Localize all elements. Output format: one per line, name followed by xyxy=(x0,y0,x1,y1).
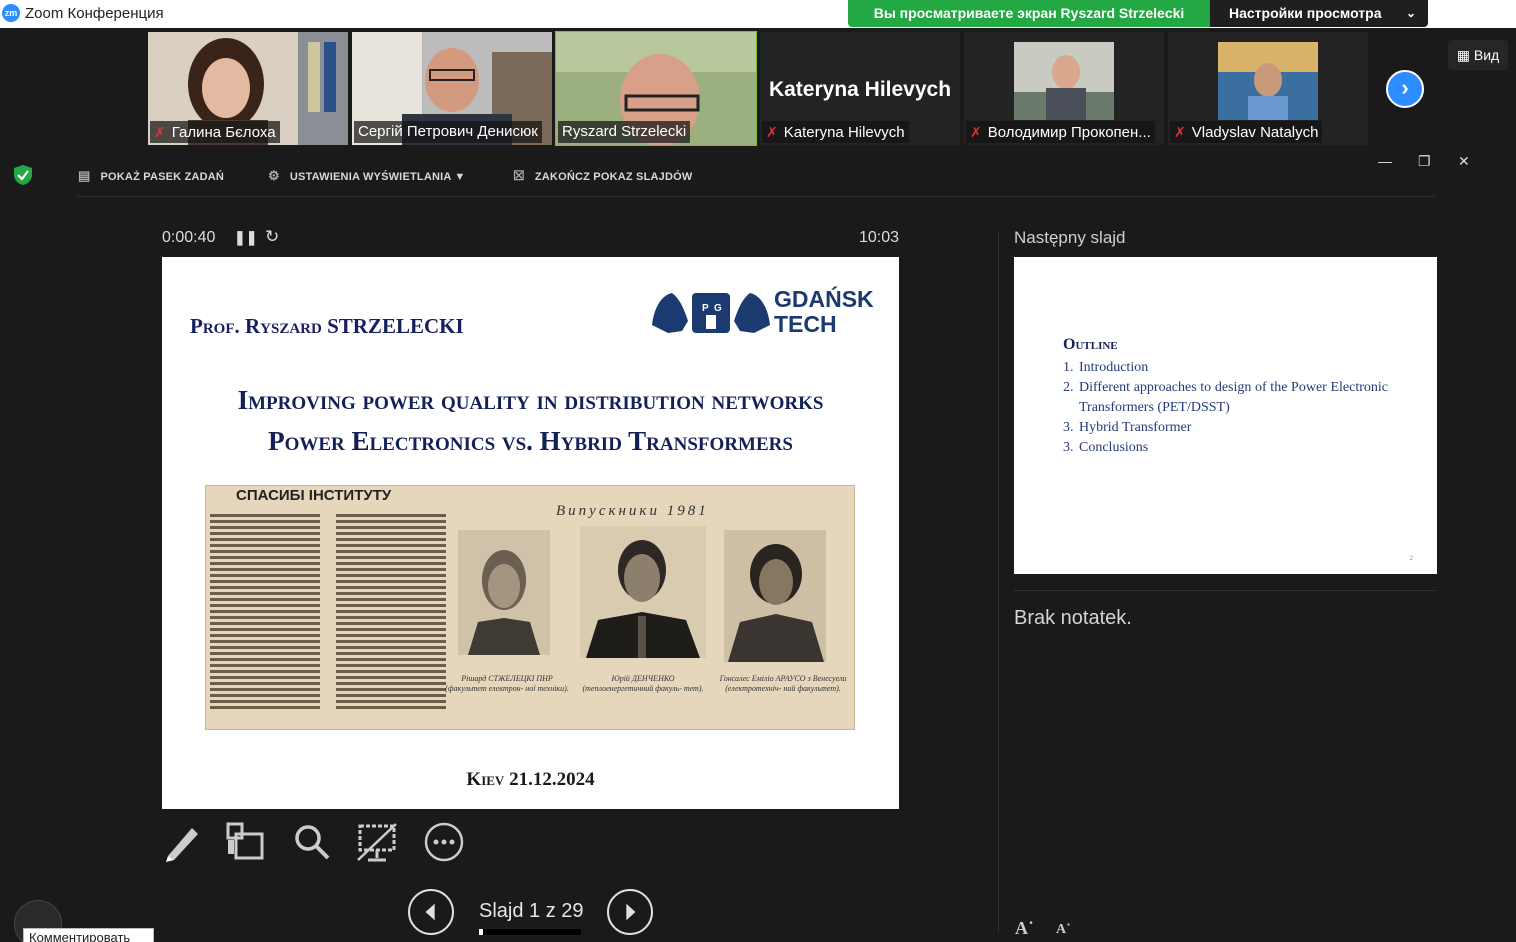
participant-tile[interactable]: ✗ Володимир Прокопен... xyxy=(964,32,1164,145)
panel-divider xyxy=(998,232,999,932)
slide-progress-fill xyxy=(479,929,483,935)
portrait-caption-3: Гонсалес Еміліо АРАУСО з Венесуели (елек… xyxy=(719,674,847,693)
speaker-notes: Brak notatek. xyxy=(1014,607,1132,629)
portrait-caption-1: Рішард СТЖЕЛЕЦКІ ПНР (факультет електрон… xyxy=(445,674,569,693)
slide-progress-track xyxy=(479,929,581,935)
clipping-graduates-title: Випускники 1981 xyxy=(556,503,709,519)
end-show-icon: ☒ xyxy=(513,168,525,183)
slide-title-line1: Improving power quality in distribution … xyxy=(237,385,824,415)
zoom-app-icon: zm xyxy=(2,4,20,22)
slide-author: Prof. Ryszard STRZELECKI xyxy=(190,314,464,338)
zoom-magnifier-icon[interactable] xyxy=(292,820,332,864)
view-options-button[interactable]: Настройки просмотра ⌄ xyxy=(1210,0,1428,27)
close-icon[interactable]: ✕ xyxy=(1458,153,1470,170)
participant-name: Ryszard Strzelecki xyxy=(558,121,691,143)
mic-muted-icon: ✗ xyxy=(1174,124,1186,140)
mic-muted-icon: ✗ xyxy=(154,124,166,140)
restore-icon[interactable]: ❐ xyxy=(1418,153,1431,170)
svg-text:G: G xyxy=(714,303,722,314)
chevron-down-icon: ⌄ xyxy=(1405,6,1416,20)
view-button-label: Вид xyxy=(1473,47,1500,63)
logo-text: GDAŃSK TECH xyxy=(774,286,874,337)
outline-title: Outline xyxy=(1063,336,1118,353)
current-slide: Prof. Ryszard STRZELECKI P G GDAŃSK TECH … xyxy=(162,257,899,809)
security-shield-icon[interactable] xyxy=(13,164,33,186)
view-button[interactable]: ▦ Вид xyxy=(1448,40,1508,70)
pause-icon[interactable]: ❚❚ xyxy=(234,229,257,246)
black-screen-icon[interactable] xyxy=(356,820,398,864)
slide-page-number: 2 xyxy=(1409,556,1413,562)
outline-item: 2. Different approaches to design of the … xyxy=(1063,380,1388,415)
participant-name: Сергій Петрович Денисюк xyxy=(354,121,542,143)
outline-item: 3. Conclusions xyxy=(1063,440,1149,455)
window-title: Zoom Конференция xyxy=(25,5,164,22)
more-options-icon[interactable] xyxy=(423,820,465,864)
graduate-portrait-2 xyxy=(580,526,706,658)
svg-text:P: P xyxy=(702,303,709,314)
outline-list: 1. Introduction 2. Different approaches to… xyxy=(1063,358,1388,458)
minimize-icon[interactable]: — xyxy=(1378,153,1392,169)
slide-title-line2: Power Electronics vs. Hybrid Transformer… xyxy=(268,426,793,456)
end-slideshow-button[interactable]: ☒ ZAKOŃCZ POKAZ SLAJDÓW xyxy=(513,168,692,184)
graduate-portrait-3 xyxy=(724,530,826,662)
taskbar-icon: ▤ xyxy=(78,168,91,183)
gdansk-tech-logo: P G xyxy=(652,293,770,333)
participant-name: ✗ Володимир Прокопен... xyxy=(966,121,1155,143)
mic-muted-icon: ✗ xyxy=(766,124,778,140)
decrease-font-icon[interactable]: A˙ xyxy=(1056,922,1071,938)
previous-slide-button[interactable] xyxy=(408,889,454,935)
next-slide-label: Następny slajd xyxy=(1014,228,1126,247)
comment-button[interactable]: Комментировать xyxy=(23,928,154,942)
participant-tile[interactable]: ✗ Vladyslav Natalych xyxy=(1168,32,1368,145)
portrait-caption-2: Юрій ДЕНЧЕНКО (теплоенергетичний факуль-… xyxy=(582,674,704,693)
display-settings-button[interactable]: ⚙ USTAWIENIA WYŚWIETLANIA ▼ xyxy=(268,168,465,184)
participant-name: ✗ Галина Бєлоха xyxy=(150,121,280,143)
participant-avatar xyxy=(1218,42,1318,120)
view-options-label: Настройки просмотра xyxy=(1229,5,1382,21)
notes-divider xyxy=(1014,590,1435,591)
graduate-portrait-1 xyxy=(458,530,550,655)
reset-timer-icon[interactable]: ↻ xyxy=(265,227,279,247)
toolbar-divider xyxy=(77,196,1435,197)
clipping-text-columns xyxy=(210,514,446,709)
show-taskbar-button[interactable]: ▤ POKAŻ PASEK ZADAŃ xyxy=(78,168,224,184)
participant-avatar xyxy=(1014,42,1114,120)
participant-display-name: Kateryna Hilevych xyxy=(768,78,952,101)
participant-tile[interactable]: Сергій Петрович Денисюк xyxy=(352,32,552,145)
settings-icon: ⚙ xyxy=(268,168,280,183)
clock: 10:03 xyxy=(859,229,900,246)
participant-tile-active[interactable]: Ryszard Strzelecki xyxy=(555,31,757,146)
next-page-arrow-button[interactable]: › xyxy=(1386,70,1424,108)
slide-footer-date: Kiev 21.12.2024 xyxy=(466,769,595,790)
see-all-slides-icon[interactable] xyxy=(226,820,266,864)
next-slide-button[interactable] xyxy=(607,889,653,935)
mic-muted-icon: ✗ xyxy=(970,124,982,140)
outline-item: 3. Hybrid Transformer xyxy=(1063,420,1192,435)
participant-strip: ✗ Галина Бєлоха Сергій Петрович Денисюк R… xyxy=(0,28,1516,152)
clipping-headline: СПАСИБІ ІНСТИТУТУ xyxy=(236,487,392,504)
screen-share-banner: Вы просматриваете экран Ryszard Strzelec… xyxy=(848,0,1210,27)
increase-font-icon[interactable]: A˙ xyxy=(1015,918,1034,939)
participant-tile[interactable]: Kateryna Hilevych ✗ Kateryna Hilevych xyxy=(760,32,960,145)
outline-item: 1. Introduction xyxy=(1063,360,1149,375)
grid-icon: ▦ xyxy=(1456,47,1470,63)
slide-counter: Slajd 1 z 29 xyxy=(479,900,584,922)
participant-name: ✗ Vladyslav Natalych xyxy=(1170,121,1323,143)
next-slide-preview[interactable]: Outline 1. Introduction 2. Different appro… xyxy=(1014,257,1437,574)
elapsed-timer: 0:00:40 xyxy=(162,229,216,246)
pen-icon[interactable] xyxy=(162,820,202,864)
title-bar: zm Zoom Конференция Вы просматриваете эк… xyxy=(0,0,1516,28)
newspaper-clipping: СПАСИБІ ІНСТИТУТУ Випускники 1981 Рішард… xyxy=(205,485,855,730)
participant-tile[interactable]: ✗ Галина Бєлоха xyxy=(148,32,348,145)
participant-name: ✗ Kateryna Hilevych xyxy=(762,121,909,143)
